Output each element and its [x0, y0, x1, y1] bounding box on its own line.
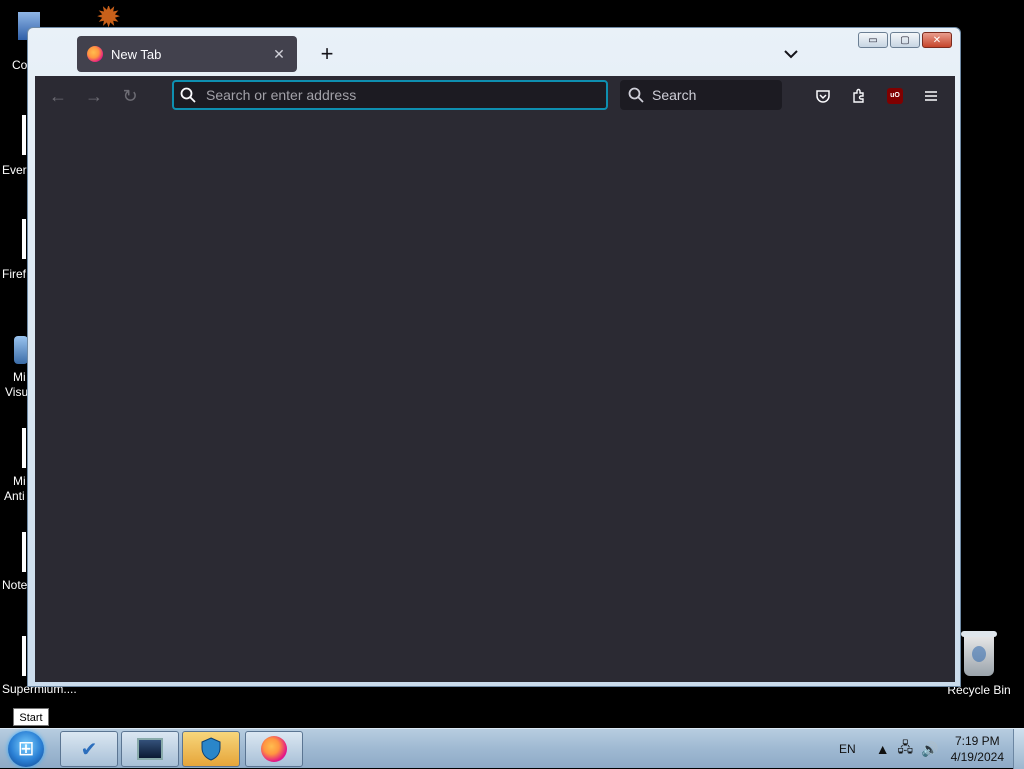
reload-button[interactable]: ↻	[118, 84, 142, 108]
antivirus-icon	[22, 428, 26, 468]
desktop-icon-label-line2: Anti	[4, 489, 25, 503]
page-content[interactable]	[35, 116, 955, 682]
network-icon[interactable]: 🖧	[898, 737, 914, 761]
system-tray: EN ▲ 🖧 🔊 7:19 PM 4/19/2024	[839, 729, 1018, 769]
desktop-icon-label-line2: Visu	[5, 385, 29, 399]
pocket-icon	[816, 90, 830, 103]
taskbar-app-firefox[interactable]	[245, 731, 303, 767]
desktop-icon-label: Co	[12, 58, 28, 72]
recycle-bin-icon	[961, 631, 997, 676]
address-input[interactable]	[204, 86, 606, 104]
forward-button[interactable]: →	[82, 84, 106, 108]
clock-time: 7:19 PM	[954, 734, 1000, 748]
shield-icon	[201, 737, 221, 761]
firefox-icon	[22, 219, 26, 259]
app-menu-button[interactable]	[919, 84, 943, 108]
desktop-icon-label: Ever	[2, 163, 27, 177]
extensions-icon	[853, 88, 864, 103]
show-hidden-icons-button[interactable]: ▲	[876, 741, 890, 757]
evernote-icon	[22, 115, 26, 155]
search-bar-label: Search	[652, 87, 697, 103]
office-icon: ✔	[80, 738, 98, 761]
back-button[interactable]: ←	[46, 84, 70, 108]
taskbar-app-office[interactable]: ✔	[60, 731, 118, 767]
taskbar: ✔ EN ▲ 🖧 🔊 7:19 PM 4/19/2024	[0, 728, 1024, 769]
notepad-icon	[22, 532, 26, 572]
address-bar[interactable]	[172, 80, 608, 110]
start-button[interactable]	[8, 731, 44, 767]
close-tab-button[interactable]: ✕	[271, 46, 287, 63]
navigation-toolbar: ← → ↻ Search uO	[35, 76, 955, 116]
list-all-tabs-button[interactable]	[779, 42, 803, 66]
firefox-icon	[261, 736, 287, 762]
desktop-icon-label: Mi	[13, 370, 26, 384]
monitor-icon	[137, 738, 163, 760]
desktop-icon-label: Mi	[13, 474, 26, 488]
menu-icon	[925, 91, 937, 101]
supermium-icon	[22, 636, 26, 676]
search-bar[interactable]: Search	[620, 80, 782, 110]
tab-new-tab[interactable]: New Tab ✕	[77, 36, 297, 72]
pocket-button[interactable]	[811, 84, 835, 108]
search-icon	[628, 87, 644, 103]
tab-strip: New Tab ✕ +	[35, 36, 953, 74]
tab-title: New Tab	[111, 46, 162, 62]
taskbar-app-computer[interactable]	[121, 731, 179, 767]
ublock-icon: uO	[887, 88, 903, 104]
chevron-down-icon	[784, 50, 798, 59]
taskbar-app-security[interactable]	[182, 731, 240, 767]
desktop-icon-label: Note	[2, 578, 28, 592]
new-tab-button[interactable]: +	[313, 40, 341, 68]
desktop-icon-label: Firef	[2, 267, 26, 281]
language-indicator[interactable]: EN	[839, 742, 856, 756]
browser-window: ▭ ▢ ✕ New Tab ✕ + ← → ↻ Search or enter …	[27, 27, 961, 687]
show-desktop-button[interactable]	[1013, 729, 1024, 769]
visual-studio-icon	[14, 336, 28, 364]
clock-date: 4/19/2024	[950, 750, 1004, 764]
start-tooltip: Start	[13, 708, 49, 726]
ublock-button[interactable]: uO	[883, 84, 907, 108]
firefox-favicon-icon	[87, 46, 103, 62]
clock[interactable]: 7:19 PM 4/19/2024	[951, 733, 1004, 765]
extensions-button[interactable]	[847, 84, 871, 108]
search-icon	[180, 87, 196, 103]
volume-icon[interactable]: 🔊	[921, 741, 938, 758]
